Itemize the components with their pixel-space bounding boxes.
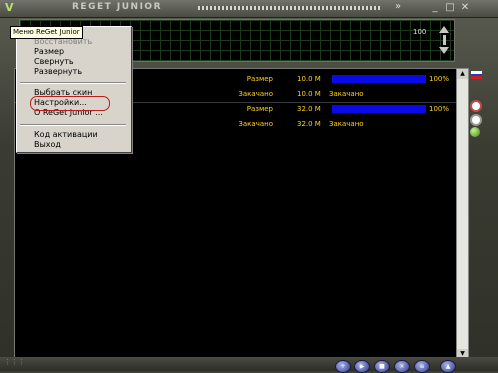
flag-ru-icon[interactable] <box>471 71 482 79</box>
minimize-button[interactable]: _ <box>428 1 442 14</box>
menu-item-exit[interactable]: Выход <box>34 140 61 150</box>
category-white-icon[interactable] <box>470 114 482 126</box>
menu-separator <box>20 124 126 126</box>
size-value: 32.0 M <box>297 105 321 113</box>
scale-up-icon[interactable] <box>439 26 449 33</box>
menu-item-maximize[interactable]: Развернуть <box>34 67 82 77</box>
status-text: Закачано <box>329 90 364 98</box>
scroll-up-icon[interactable]: ▲ <box>457 69 468 79</box>
scale-down-icon[interactable] <box>439 47 449 54</box>
toolbar-delete-icon[interactable]: × <box>394 360 410 373</box>
reget-context-menu[interactable]: Восстановить Размер Свернуть Развернуть … <box>16 26 132 153</box>
done-value: 32.0 M <box>297 120 321 128</box>
toolbar-start-icon[interactable]: ▶ <box>354 360 370 373</box>
close-button[interactable]: ✕ <box>458 1 472 14</box>
window-title: REGET JUNIOR <box>72 2 163 12</box>
menu-tooltip: Меню ReGet Junior <box>10 26 83 39</box>
maximize-button[interactable]: □ <box>443 1 457 14</box>
category-green-icon[interactable] <box>470 127 480 137</box>
graph-scale-spinner[interactable] <box>438 24 450 54</box>
done-value: 10.0 M <box>297 90 321 98</box>
progress-bar <box>332 75 426 83</box>
title-bar[interactable]: V REGET JUNIOR » _ □ ✕ <box>0 0 498 18</box>
reget-logo-icon[interactable]: V <box>5 2 17 14</box>
list-scrollbar[interactable]: ▲ ▼ <box>456 68 469 360</box>
progress-percent: 100% <box>429 105 450 113</box>
expand-chevron-icon[interactable]: » <box>395 1 401 12</box>
toolbar-stop-icon[interactable]: ■ <box>374 360 390 373</box>
toolbar-settings-icon[interactable]: ≡ <box>414 360 430 373</box>
progress-percent: 100% <box>429 75 450 83</box>
status-text: Закачано <box>329 120 364 128</box>
menu-item-activation[interactable]: Код активации <box>34 130 98 140</box>
resize-grip-icon[interactable]: ⋮⋮⋮ <box>4 358 48 368</box>
size-value: 10.0 M <box>297 75 321 83</box>
settings-highlight-ring <box>30 96 110 111</box>
category-red-icon[interactable] <box>470 100 482 112</box>
speed-ticker <box>198 6 380 10</box>
menu-item-minimize[interactable]: Свернуть <box>34 57 74 67</box>
menu-separator <box>20 82 126 84</box>
menu-item-size[interactable]: Размер <box>34 47 64 57</box>
toolbar-up-icon[interactable]: ▲ <box>440 360 456 373</box>
progress-bar <box>332 105 426 113</box>
toolbar-add-icon[interactable]: + <box>335 360 351 373</box>
graph-scale-label: 100 <box>413 28 427 36</box>
scale-bar <box>442 35 446 45</box>
